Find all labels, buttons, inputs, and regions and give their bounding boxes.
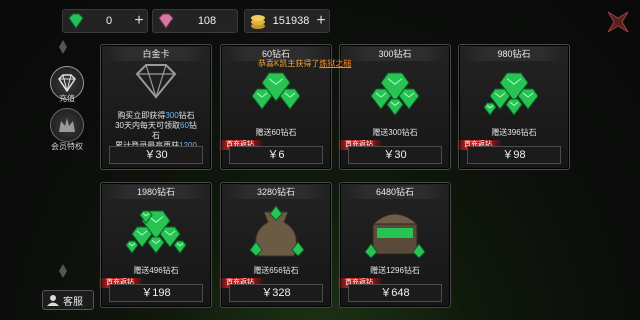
add-green-gem-button[interactable]: + <box>131 13 147 29</box>
pack-title: 3280钻石 <box>227 185 325 199</box>
crown-icon <box>59 118 75 132</box>
broadcast-notice: 恭喜K凯主获得了炼狱之槌 <box>258 59 352 68</box>
diamond-pile-icon <box>109 201 203 259</box>
price-button[interactable]: ￥648 <box>348 284 442 302</box>
vip-privileges-tab[interactable] <box>50 108 84 142</box>
diamond-pile-icon <box>229 63 323 121</box>
customer-service-label: 客服 <box>63 296 83 308</box>
diamond-pack-card[interactable]: 1980钻石 赠送496钻石 首充返钻 ￥198 <box>98 182 212 308</box>
price-button[interactable]: ￥198 <box>109 284 203 302</box>
diamond-pack-card[interactable]: 3280钻石 赠送656钻石 首充返钻 ￥328 <box>218 182 332 308</box>
diamond-pile-icon <box>348 63 442 121</box>
diamond-pack-card[interactable]: 300钻石 赠送300钻石 首充返钻 ￥30 <box>337 44 451 170</box>
vip-label: 会员特权 <box>51 142 83 151</box>
pack-bonus: 赠送300钻石 <box>372 128 418 137</box>
person-icon <box>47 295 59 306</box>
pack-title: 300钻石 <box>346 47 444 61</box>
pack-bonus: 赠送496钻石 <box>133 266 179 275</box>
menu-corner-icon[interactable] <box>604 8 632 36</box>
arrow-up-ornament-icon <box>59 40 67 54</box>
diamond-pile-icon <box>467 63 561 121</box>
pack-title: 980钻石 <box>465 47 563 61</box>
gold-currency: 151938 + <box>244 9 330 33</box>
pack-bonus: 赠送396钻石 <box>491 128 537 137</box>
pink-gem-currency: 108 <box>152 9 238 33</box>
green-gem-icon <box>65 10 87 32</box>
gold-coins-icon <box>247 10 269 32</box>
price-button[interactable]: ￥6 <box>229 146 323 164</box>
pack-bonus: 赠送656钻石 <box>253 266 299 275</box>
pack-bonus: 赠送1296钻石 <box>370 266 420 275</box>
pack-title: 1980钻石 <box>107 185 205 199</box>
price-button[interactable]: ￥30 <box>348 146 442 164</box>
price-button[interactable]: ￥98 <box>467 146 561 164</box>
diamond-pile-icon <box>348 201 442 259</box>
pack-title: 6480钻石 <box>346 185 444 199</box>
diamond-pack-card[interactable]: 6480钻石 赠送1296钻石 首充返钻 ￥648 <box>337 182 451 308</box>
green-gem-count: 0 <box>105 15 113 27</box>
add-gold-button[interactable]: + <box>313 13 329 29</box>
price-button[interactable]: ￥30 <box>109 146 203 164</box>
platinum-card[interactable]: 白金卡 购买立即获得300钻石 30天内每天可领取60钻石 累计登录最高再获12… <box>100 44 212 170</box>
price-button[interactable]: ￥328 <box>229 284 323 302</box>
diamond-pack-card[interactable]: 980钻石 赠送396钻石 首充返钻 ￥98 <box>456 44 570 170</box>
diamond-pile-icon <box>229 201 323 259</box>
pink-gem-icon <box>155 10 177 32</box>
sidebar: 充值 会员特权 <box>0 36 92 320</box>
recharge-label: 充值 <box>59 94 75 103</box>
notice-item-link[interactable]: 炼狱之槌 <box>319 59 351 68</box>
diamond-watermark-icon <box>109 61 203 101</box>
gold-count: 151938 <box>272 15 310 27</box>
customer-service-button[interactable]: 客服 <box>42 290 94 310</box>
green-gem-currency: 0 + <box>62 9 148 33</box>
pink-gem-count: 108 <box>197 15 217 27</box>
arrow-down-ornament-icon <box>59 264 67 278</box>
diamond-icon <box>58 74 76 92</box>
pack-bonus: 赠送60钻石 <box>255 128 297 137</box>
card-title: 白金卡 <box>107 47 205 61</box>
